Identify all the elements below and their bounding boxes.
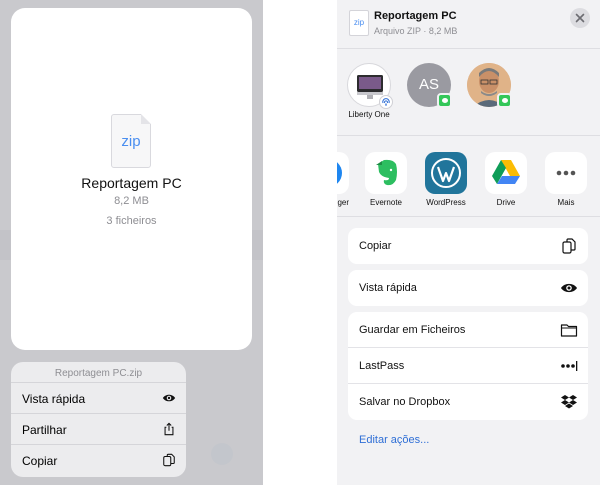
person-liberty-one[interactable] — [347, 63, 393, 109]
app-wordpress[interactable] — [425, 152, 467, 194]
folder-icon — [560, 324, 578, 337]
airdrop-icon — [379, 95, 393, 109]
app-more[interactable] — [545, 152, 587, 194]
close-icon — [575, 13, 585, 23]
context-menu-header: Reportagem PC.zip — [11, 362, 186, 383]
messages-icon — [497, 93, 512, 108]
app-label: WordPress — [426, 198, 466, 207]
action-group-quick-look: Vista rápida — [348, 270, 588, 306]
divider — [337, 216, 600, 217]
menu-item-label: Partilhar — [22, 423, 67, 437]
person-label: Liberty One — [348, 110, 390, 119]
quick-look-panel: zip Reportagem PC 8,2 MB 3 ficheiros Rep… — [0, 0, 263, 485]
evernote-icon — [376, 159, 397, 186]
zip-file-icon: zip — [111, 114, 151, 168]
action-group-copy: Copiar — [348, 228, 588, 264]
zip-icon-label: zip — [121, 133, 141, 150]
action-save-to-files[interactable]: Guardar em Ficheiros — [348, 312, 588, 348]
action-group-files: Guardar em Ficheiros LastPass Salvar no … — [348, 312, 588, 420]
app-label: Evernote — [369, 198, 403, 207]
action-label: Salvar no Dropbox — [359, 396, 451, 408]
messages-icon — [437, 93, 452, 108]
close-button[interactable] — [570, 8, 590, 28]
app-drive[interactable] — [485, 152, 527, 194]
lastpass-icon — [561, 361, 578, 371]
apps-row: ger Evernote WordPress Drive Mais — [337, 136, 600, 216]
zip-icon-label: zip — [353, 18, 365, 27]
background-blur-shape — [211, 443, 233, 465]
menu-item-label: Vista rápida — [22, 392, 86, 406]
action-save-to-dropbox[interactable]: Salvar no Dropbox — [348, 384, 588, 420]
share-subtitle: Arquivo ZIP · 8,2 MB — [374, 26, 458, 36]
messenger-icon — [337, 162, 342, 184]
dropbox-icon — [561, 395, 577, 409]
wordpress-icon — [431, 158, 461, 188]
eye-icon — [162, 394, 176, 402]
context-menu: Reportagem PC.zip Vista rápida Partilhar… — [11, 362, 186, 477]
action-copy[interactable]: Copiar — [348, 228, 588, 264]
action-quick-look[interactable]: Vista rápida — [348, 270, 588, 306]
action-label: Vista rápida — [359, 282, 417, 294]
app-label: Drive — [496, 198, 516, 207]
menu-item-copy[interactable]: Copiar — [11, 445, 186, 476]
file-title: Reportagem PC — [81, 175, 182, 191]
app-label: ger — [337, 198, 349, 207]
app-label: Mais — [557, 198, 575, 207]
zip-file-icon: zip — [349, 10, 369, 36]
people-row: Liberty One AS — [337, 49, 600, 135]
share-title: Reportagem PC — [374, 10, 457, 22]
drive-icon — [492, 160, 520, 184]
file-preview-card[interactable]: zip Reportagem PC 8,2 MB 3 ficheiros — [11, 8, 252, 350]
share-icon — [164, 422, 174, 436]
action-label: LastPass — [359, 360, 405, 372]
action-label: Copiar — [359, 240, 392, 252]
more-icon — [556, 170, 576, 176]
file-count: 3 ficheiros — [106, 215, 157, 227]
person-as[interactable]: AS — [407, 63, 452, 108]
eye-icon — [561, 283, 577, 293]
edit-actions-link[interactable]: Editar ações... — [359, 434, 429, 446]
app-evernote[interactable] — [365, 152, 407, 194]
copy-icon — [163, 453, 175, 467]
share-sheet-header: zip Reportagem PC Arquivo ZIP · 8,2 MB — [337, 0, 600, 49]
person-photo[interactable] — [467, 63, 512, 108]
action-label: Guardar em Ficheiros — [359, 324, 466, 336]
initials-avatar: AS — [418, 76, 439, 93]
menu-item-label: Copiar — [22, 454, 58, 468]
app-messenger[interactable] — [337, 152, 349, 194]
share-sheet: zip Reportagem PC Arquivo ZIP · 8,2 MB L… — [337, 0, 600, 485]
copy-icon — [562, 238, 576, 254]
file-size: 8,2 MB — [114, 195, 149, 207]
menu-item-quick-look[interactable]: Vista rápida — [11, 383, 186, 414]
action-lastpass[interactable]: LastPass — [348, 348, 588, 384]
menu-item-share[interactable]: Partilhar — [11, 414, 186, 445]
